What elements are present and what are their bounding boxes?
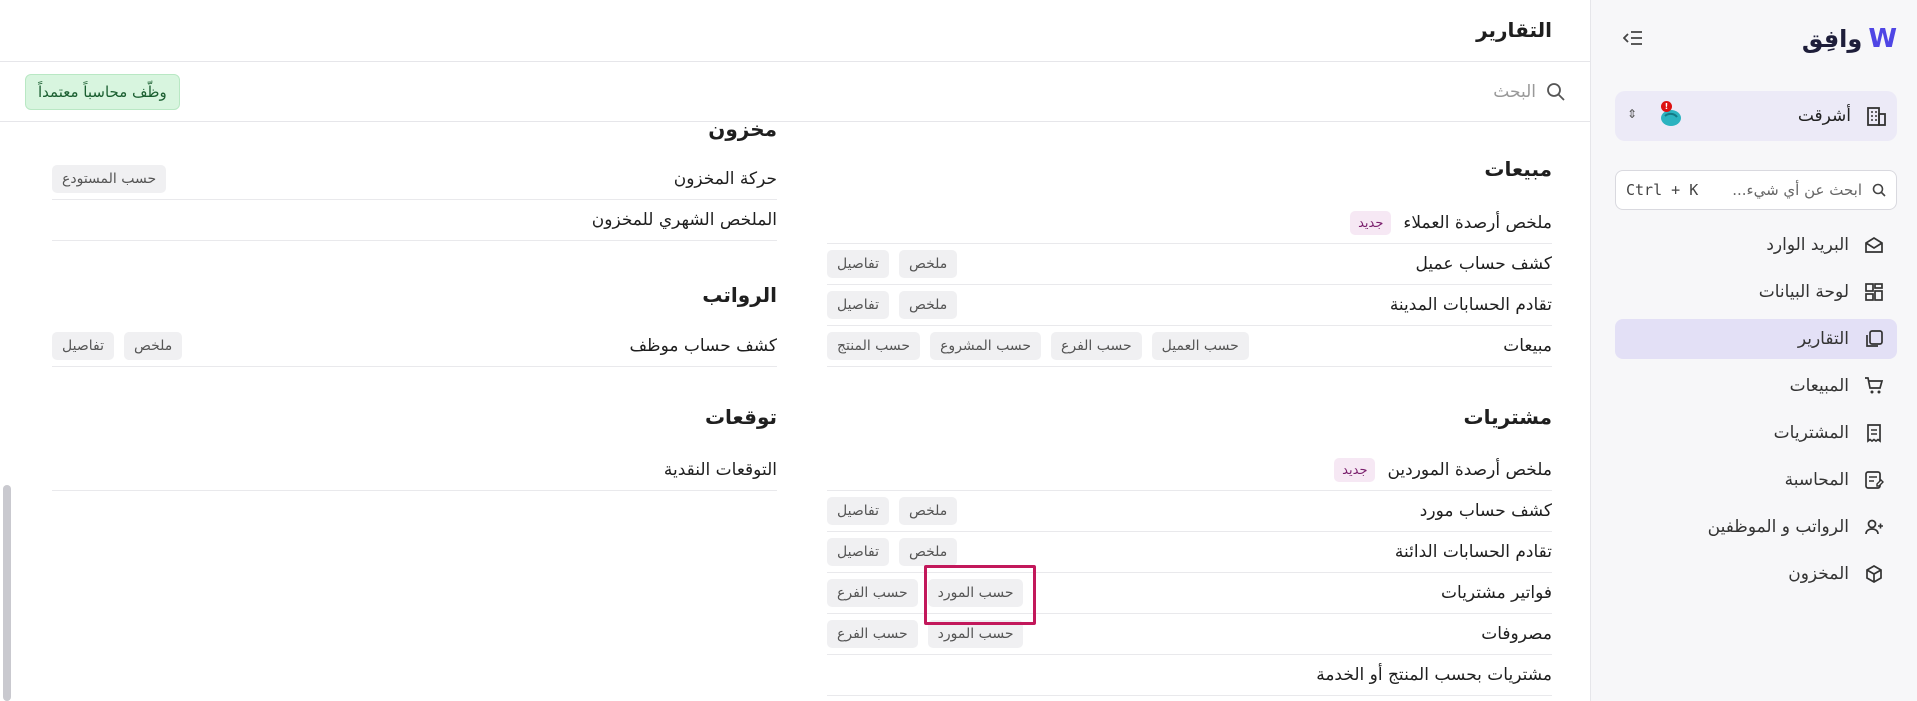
sidebar-item-inbox[interactable]: البريد الوارد (1615, 225, 1897, 265)
sidebar: W وافِق أشرقت ! ⇕ ابحث عن أي شيء... Ctrl… (1590, 0, 1917, 701)
report-label: حركة المخزون (673, 169, 777, 189)
report-row[interactable]: تقادم الحسابات المدينة ملخص تفاصيل (827, 285, 1552, 326)
tag-summary[interactable]: ملخص (898, 250, 958, 278)
new-badge: جديد (1350, 211, 1392, 235)
sidebar-item-dashboard[interactable]: لوحة البيانات (1615, 272, 1897, 312)
sidebar-item-purchases[interactable]: المشتريات (1615, 413, 1897, 453)
users-icon (1863, 516, 1885, 538)
tag-by-branch[interactable]: حسب الفرع (827, 579, 918, 607)
tag-details[interactable]: تفاصيل (827, 497, 889, 525)
section-title: مشتريات (1463, 405, 1552, 429)
global-search-input[interactable]: ابحث عن أي شيء... Ctrl + K (1615, 170, 1897, 210)
tag-by-product[interactable]: حسب المنتج (827, 332, 921, 360)
focus-highlight (924, 565, 1036, 625)
page-title: التقارير (1476, 18, 1552, 42)
brand-logo[interactable]: W وافِق (1801, 24, 1897, 54)
tag-details[interactable]: تفاصيل (827, 250, 889, 278)
org-name: أشرقت (1797, 106, 1851, 126)
report-row[interactable]: حركة المخزون حسب المستودع (52, 159, 777, 200)
box-icon (1863, 563, 1885, 585)
section-title: مبيعات (1484, 157, 1552, 181)
hire-accountant-button[interactable]: وظّف محاسباً معتمداً (25, 74, 180, 110)
ledger-icon (1863, 469, 1885, 491)
tag-by-branch[interactable]: حسب الفرع (827, 620, 918, 648)
org-switcher[interactable]: أشرقت ! ⇕ (1615, 91, 1897, 141)
report-row[interactable]: مبيعات حسب العميل حسب الفرع حسب المشروع حسب… (827, 326, 1552, 367)
report-label: ملخص أرصدة العملاء (1403, 213, 1552, 233)
new-badge: جديد (1334, 458, 1376, 482)
tag-by-project[interactable]: حسب المشروع (930, 332, 1041, 360)
section-title: مخزون (708, 123, 777, 141)
tag-summary[interactable]: ملخص (898, 291, 958, 319)
report-row[interactable]: ملخص أرصدة العملاء جديد (827, 203, 1552, 244)
report-label: كشف حساب موظف (629, 336, 777, 356)
search-icon (1547, 83, 1565, 101)
inbox-icon (1863, 234, 1885, 256)
sidebar-item-payroll[interactable]: الرواتب و الموظفين (1615, 507, 1897, 547)
chevron-updown-icon: ⇕ (1627, 107, 1638, 121)
report-row[interactable]: كشف حساب عميل ملخص تفاصيل (827, 244, 1552, 285)
sidebar-item-label: المشتريات (1773, 423, 1849, 443)
tag-details[interactable]: تفاصيل (827, 291, 889, 319)
cart-icon (1863, 375, 1885, 397)
tag-by-customer[interactable]: حسب العميل (1151, 332, 1249, 360)
top-bar: التقارير (0, 0, 1590, 62)
sidebar-item-sales[interactable]: المبيعات (1615, 366, 1897, 406)
sidebar-item-label: لوحة البيانات (1758, 282, 1849, 302)
search-placeholder: ابحث عن أي شيء... (1732, 181, 1862, 199)
report-row[interactable]: مشتريات بحسب المنتج أو الخدمة (827, 655, 1552, 696)
report-label: كشف حساب عميل (1415, 254, 1553, 274)
sidebar-item-label: المخزون (1788, 564, 1849, 584)
section-title: توقعات (704, 405, 777, 429)
tag-summary[interactable]: ملخص (898, 538, 958, 566)
dashboard-icon (1863, 281, 1885, 303)
tag-by-branch[interactable]: حسب الفرع (1051, 332, 1142, 360)
sidebar-item-label: الرواتب و الموظفين (1707, 517, 1849, 537)
tag-summary[interactable]: ملخص (898, 497, 958, 525)
content-scrollbar[interactable] (3, 485, 11, 701)
brand-name: وافِق (1801, 25, 1863, 53)
sidebar-item-label: التقارير (1797, 329, 1849, 349)
section-title: الرواتب (702, 283, 777, 307)
report-row[interactable]: كشف حساب موظف ملخص تفاصيل (52, 326, 777, 367)
collapse-sidebar-icon[interactable] (1621, 26, 1645, 50)
reports-search-input[interactable] (936, 78, 1536, 106)
building-icon (1867, 107, 1886, 126)
notification-dot: ! (1661, 101, 1672, 112)
report-label: ملخص أرصدة الموردين (1387, 460, 1552, 480)
sidebar-nav: البريد الوارد لوحة البيانات التقارير الم… (1615, 225, 1897, 601)
receipt-icon (1863, 422, 1885, 444)
org-avatar-icon: ! (1657, 101, 1683, 128)
report-label: مبيعات (1503, 336, 1552, 356)
reports-icon (1863, 328, 1885, 350)
report-label: الملخص الشهري للمخزون (591, 210, 777, 230)
report-row[interactable]: التوقعات النقدية (52, 450, 777, 491)
reports-search-bar: وظّف محاسباً معتمداً (0, 62, 1590, 122)
tag-details[interactable]: تفاصيل (52, 332, 114, 360)
report-label: مشتريات بحسب المنتج أو الخدمة (1316, 665, 1552, 685)
tag-by-warehouse[interactable]: حسب المستودع (52, 165, 167, 193)
brand-mark-icon: W (1868, 24, 1897, 54)
report-label: تقادم الحسابات المدينة (1389, 295, 1552, 315)
sidebar-item-reports[interactable]: التقارير (1615, 319, 1897, 359)
sidebar-item-label: المبيعات (1789, 376, 1849, 396)
report-label: مصروفات (1481, 624, 1552, 644)
search-shortcut: Ctrl + K (1626, 181, 1699, 199)
sidebar-item-inventory[interactable]: المخزون (1615, 554, 1897, 594)
report-label: التوقعات النقدية (663, 460, 777, 480)
report-row[interactable]: كشف حساب مورد ملخص تفاصيل (827, 491, 1552, 532)
tag-details[interactable]: تفاصيل (827, 538, 889, 566)
sidebar-item-label: المحاسبة (1784, 470, 1849, 490)
tag-summary[interactable]: ملخص (123, 332, 183, 360)
search-icon (1872, 183, 1886, 197)
sidebar-item-accounting[interactable]: المحاسبة (1615, 460, 1897, 500)
report-label: كشف حساب مورد (1419, 501, 1552, 521)
report-row[interactable]: ملخص أرصدة الموردين جديد (827, 450, 1552, 491)
report-label: تقادم الحسابات الدائنة (1394, 542, 1552, 562)
report-label: فواتير مشتريات (1441, 583, 1552, 603)
report-row[interactable]: الملخص الشهري للمخزون (52, 200, 777, 241)
reports-content: مبيعات ملخص أرصدة العملاء جديد كشف حساب ع… (0, 123, 1590, 701)
sidebar-item-label: البريد الوارد (1766, 235, 1849, 255)
